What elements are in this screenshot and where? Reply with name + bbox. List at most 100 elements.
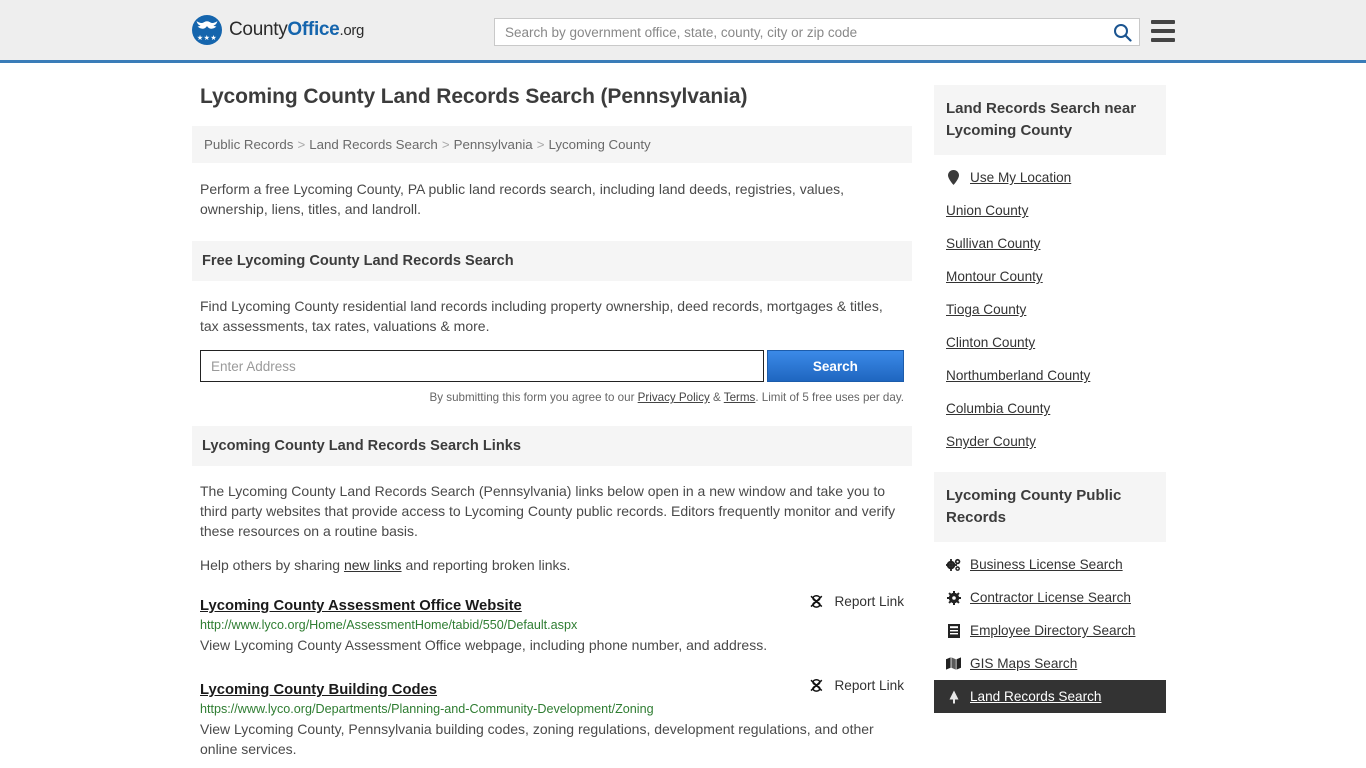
sidebar-item-clinton-county[interactable]: Clinton County <box>934 326 1166 359</box>
form-disclaimer: By submitting this form you agree to our… <box>192 382 912 404</box>
help-text-pre: Help others by sharing <box>200 557 344 573</box>
sidebar-nearby-list: Use My Location Union County Sullivan Co… <box>934 155 1166 458</box>
result-title-link[interactable]: Lycoming County Assessment Office Websit… <box>200 598 522 614</box>
sidebar-public-records-heading: Lycoming County Public Records <box>934 472 1166 542</box>
links-section-body: The Lycoming County Land Records Search … <box>192 466 912 575</box>
sidebar-item-use-my-location[interactable]: Use My Location <box>934 161 1166 194</box>
links-section-paragraph: The Lycoming County Land Records Search … <box>200 483 896 539</box>
sidebar-nearby-heading: Land Records Search near Lycoming County <box>934 85 1166 155</box>
sidebar-item-snyder-county[interactable]: Snyder County <box>934 425 1166 458</box>
sidebar-item-label: Business License Search <box>970 557 1123 572</box>
sidebar-item-label: Union County <box>946 203 1029 218</box>
disclaimer-text-pre: By submitting this form you agree to our <box>429 391 638 404</box>
document-list-icon <box>946 623 961 638</box>
sidebar-item-gis-maps-search[interactable]: GIS Maps Search <box>934 647 1166 680</box>
address-search-button[interactable]: Search <box>766 350 904 382</box>
broken-link-icon <box>810 594 823 608</box>
logo-stars: ★★★ <box>196 35 218 42</box>
gear-icon <box>946 590 961 605</box>
tree-icon <box>946 689 961 704</box>
sidebar-item-employee-directory-search[interactable]: Employee Directory Search <box>934 614 1166 647</box>
sidebar-item-business-license-search[interactable]: Business License Search <box>934 548 1166 581</box>
logo-text-county: County <box>229 19 288 40</box>
sidebar-item-sullivan-county[interactable]: Sullivan County <box>934 227 1166 260</box>
privacy-policy-link[interactable]: Privacy Policy <box>638 391 710 404</box>
broken-link-icon <box>810 678 823 692</box>
sidebar-item-label: Snyder County <box>946 434 1036 449</box>
page-intro-text: Perform a free Lycoming County, PA publi… <box>200 181 845 217</box>
breadcrumb-separator: > <box>297 137 306 152</box>
sidebar-item-label: Contractor License Search <box>970 590 1131 605</box>
help-text-post: and reporting broken links. <box>401 557 571 573</box>
global-search-box[interactable] <box>494 18 1140 46</box>
disclaimer-text-post: . Limit of 5 free uses per day. <box>755 391 904 404</box>
sidebar-item-label: Use My Location <box>970 170 1072 185</box>
search-input[interactable] <box>495 19 1105 45</box>
result-description: View Lycoming County Assessment Office w… <box>200 637 768 653</box>
breadcrumb-separator: > <box>536 137 545 152</box>
links-section-heading: Lycoming County Land Records Search Link… <box>192 426 912 466</box>
map-icon <box>946 656 961 671</box>
sidebar-item-montour-county[interactable]: Montour County <box>934 260 1166 293</box>
sidebar-item-columbia-county[interactable]: Columbia County <box>934 392 1166 425</box>
report-link-button[interactable]: Report Link <box>808 677 904 694</box>
report-link-label: Report Link <box>834 678 904 693</box>
site-header: ★★★ CountyOffice.org <box>0 0 1366 63</box>
sidebar: Land Records Search near Lycoming County… <box>934 85 1166 727</box>
gears-icon <box>946 557 961 572</box>
sidebar-item-contractor-license-search[interactable]: Contractor License Search <box>934 581 1166 614</box>
page-container: Lycoming County Land Records Search (Pen… <box>0 63 1366 759</box>
hamburger-bar <box>1151 29 1175 33</box>
logo-text-org: .org <box>339 22 365 39</box>
sidebar-item-label: Northumberland County <box>946 368 1091 383</box>
main-content: Lycoming County Land Records Search (Pen… <box>192 85 912 759</box>
report-link-button[interactable]: Report Link <box>808 593 904 610</box>
search-submit-button[interactable] <box>1105 19 1139 45</box>
sidebar-item-land-records-search[interactable]: Land Records Search <box>934 680 1166 713</box>
result-item: Lycoming County Building Codes Report Li… <box>192 677 912 759</box>
sidebar-item-label: Tioga County <box>946 302 1027 317</box>
sidebar-item-label: GIS Maps Search <box>970 656 1078 671</box>
eagle-seal-icon: ★★★ <box>192 15 222 45</box>
sidebar-item-tioga-county[interactable]: Tioga County <box>934 293 1166 326</box>
map-pin-icon <box>946 170 961 185</box>
page-title: Lycoming County Land Records Search (Pen… <box>200 85 748 108</box>
result-url: http://www.lyco.org/Home/AssessmentHome/… <box>200 618 578 632</box>
search-icon <box>1113 23 1132 42</box>
sidebar-item-northumberland-county[interactable]: Northumberland County <box>934 359 1166 392</box>
terms-link[interactable]: Terms <box>724 391 756 404</box>
eagle-glyph <box>196 21 218 29</box>
breadcrumb-item-land-records-search[interactable]: Land Records Search <box>309 137 438 152</box>
address-input[interactable] <box>200 350 764 382</box>
free-search-heading: Free Lycoming County Land Records Search <box>192 241 912 281</box>
sidebar-public-records-list: Business License Search Contractor Licen… <box>934 542 1166 713</box>
sidebar-item-label: Montour County <box>946 269 1043 284</box>
sidebar-public-records-block: Lycoming County Public Records Business … <box>934 472 1166 713</box>
hamburger-bar <box>1151 38 1175 42</box>
hamburger-menu-icon[interactable] <box>1151 20 1175 42</box>
sidebar-nearby-block: Land Records Search near Lycoming County… <box>934 85 1166 458</box>
free-search-description: Find Lycoming County residential land re… <box>200 298 883 334</box>
sidebar-item-label: Clinton County <box>946 335 1036 350</box>
free-search-body: Find Lycoming County residential land re… <box>192 281 912 336</box>
report-link-label: Report Link <box>834 594 904 609</box>
site-logo[interactable]: ★★★ CountyOffice.org <box>192 15 364 45</box>
result-description: View Lycoming County, Pennsylvania build… <box>200 721 874 757</box>
new-links-link[interactable]: new links <box>344 557 402 573</box>
breadcrumb-item-lycoming-county[interactable]: Lycoming County <box>548 137 650 152</box>
links-section-help: Help others by sharing new links and rep… <box>200 555 904 575</box>
sidebar-item-union-county[interactable]: Union County <box>934 194 1166 227</box>
result-title-link[interactable]: Lycoming County Building Codes <box>200 682 437 698</box>
result-url: https://www.lyco.org/Departments/Plannin… <box>200 702 654 716</box>
disclaimer-amp: & <box>709 391 724 404</box>
breadcrumb-separator: > <box>441 137 450 152</box>
sidebar-item-label: Land Records Search <box>970 689 1102 704</box>
result-item: Lycoming County Assessment Office Websit… <box>192 593 912 655</box>
logo-wordmark: CountyOffice.org <box>229 19 364 41</box>
logo-text-office: Office <box>287 19 340 40</box>
sidebar-item-label: Sullivan County <box>946 236 1041 251</box>
breadcrumb-item-pennsylvania[interactable]: Pennsylvania <box>454 137 533 152</box>
hamburger-bar <box>1151 20 1175 24</box>
breadcrumb-item-public-records[interactable]: Public Records <box>204 137 293 152</box>
breadcrumb: Public Records > Land Records Search > Penns… <box>192 126 912 163</box>
